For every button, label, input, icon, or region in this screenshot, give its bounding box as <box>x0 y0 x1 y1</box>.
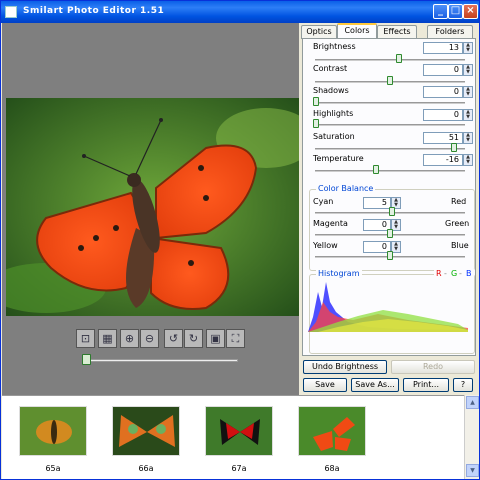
red-label: Red <box>451 197 467 206</box>
blue-label: Blue <box>451 241 469 250</box>
redo-button[interactable]: Redo <box>391 360 475 374</box>
thumbnail-strip: 65a 66a 67a 68a <box>2 395 464 479</box>
thumbnail-67a[interactable] <box>205 406 273 456</box>
actual-size-icon[interactable]: ▦ <box>98 329 117 348</box>
highlights-label: Highlights <box>313 109 354 118</box>
saturation-label: Saturation <box>313 132 355 141</box>
thumbnail-65a-image <box>20 407 86 455</box>
thumbnail-66a[interactable] <box>112 406 180 456</box>
rotate-left-icon[interactable]: ↺ <box>164 329 183 348</box>
brightness-input[interactable]: 13 <box>423 42 463 54</box>
title-bar[interactable]: Smilart Photo Editor 1.51 _ □ × <box>1 1 479 23</box>
contrast-input[interactable]: 0 <box>423 64 463 76</box>
tab-optics[interactable]: Optics <box>301 25 337 39</box>
histogram-plot <box>308 272 468 332</box>
thumbnail-65a[interactable] <box>19 406 87 456</box>
rotate-right-icon[interactable]: ↻ <box>184 329 203 348</box>
image-toolbar: ⊡ ▦ ⊕ ⊖ ↺ ↻ ▣ ⛶ <box>76 329 246 351</box>
thumbnail-caption-67a: 67a <box>231 464 247 473</box>
thumbnail-caption-66a: 66a <box>138 464 154 473</box>
saturation-input[interactable]: 51 <box>423 132 463 144</box>
shadows-input[interactable]: 0 <box>423 86 463 98</box>
photo-preview[interactable] <box>6 98 299 316</box>
saturation-thumb[interactable] <box>451 143 457 152</box>
yellow-blue-thumb[interactable] <box>387 251 393 260</box>
zoom-slider-track[interactable] <box>88 359 238 362</box>
thumbnail-67a-image <box>206 407 272 455</box>
cyan-label: Cyan <box>313 197 334 206</box>
shadows-track[interactable] <box>315 102 465 104</box>
scroll-up-icon[interactable]: ▲ <box>466 396 479 409</box>
thumbnail-caption-65a: 65a <box>45 464 61 473</box>
brightness-thumb[interactable] <box>396 54 402 63</box>
brightness-spin-arrows[interactable]: ▲ ▼ <box>463 42 473 54</box>
brightness-track[interactable] <box>315 59 465 61</box>
temperature-thumb[interactable] <box>373 165 379 174</box>
highlights-input[interactable]: 0 <box>423 109 463 121</box>
print-button[interactable]: Print... <box>403 378 449 392</box>
contrast-spin-arrows[interactable]: ▲ ▼ <box>463 64 473 76</box>
thumbnail-66a-image <box>113 407 179 455</box>
thumbnail-68a[interactable] <box>298 406 366 456</box>
close-button[interactable]: × <box>463 4 478 19</box>
tab-effects[interactable]: Effects <box>377 25 417 39</box>
save-button[interactable]: Save <box>303 378 347 392</box>
thumbnail-scrollbar[interactable]: ▲ ▼ <box>464 395 479 479</box>
thumbnail-caption-68a: 68a <box>324 464 340 473</box>
zoom-slider-thumb[interactable] <box>82 354 91 365</box>
tab-colors[interactable]: Colors <box>337 23 377 39</box>
cyan-red-thumb[interactable] <box>389 207 395 216</box>
fit-to-window-icon[interactable]: ⊡ <box>76 329 95 348</box>
scroll-down-icon[interactable]: ▼ <box>466 464 479 477</box>
undo-button[interactable]: Undo Brightness <box>303 360 387 374</box>
minimize-button[interactable]: _ <box>433 4 448 19</box>
temperature-track[interactable] <box>315 170 465 172</box>
cyan-red-input[interactable]: 5 <box>363 197 391 209</box>
thumbnail-68a-image <box>299 407 365 455</box>
crop-icon[interactable]: ▣ <box>206 329 225 348</box>
temperature-label: Temperature <box>313 154 364 163</box>
preview-pane: ⊡ ▦ ⊕ ⊖ ↺ ↻ ▣ ⛶ <box>2 23 299 395</box>
zoom-out-icon[interactable]: ⊖ <box>140 329 159 348</box>
histogram-graph <box>308 282 468 332</box>
zoom-in-icon[interactable]: ⊕ <box>120 329 139 348</box>
green-label: Green <box>445 219 470 228</box>
magenta-label: Magenta <box>313 219 348 228</box>
color-balance-title: Color Balance <box>316 184 376 193</box>
save-as-button[interactable]: Save As... <box>351 378 399 392</box>
settings-pane: Optics Colors Effects Folders Brightness… <box>299 23 479 395</box>
brightness-label: Brightness <box>313 42 356 51</box>
contrast-thumb[interactable] <box>387 76 393 85</box>
app-window: Smilart Photo Editor 1.51 _ □ × ⊡ ▦ ⊕ ⊖ … <box>0 0 480 480</box>
saturation-spin-arrows[interactable]: ▲ ▼ <box>463 132 473 144</box>
magenta-green-thumb[interactable] <box>387 229 393 238</box>
tab-folders[interactable]: Folders <box>427 25 473 39</box>
saturation-track[interactable] <box>315 148 465 150</box>
maximize-button[interactable]: □ <box>448 4 463 19</box>
contrast-label: Contrast <box>313 64 348 73</box>
window-title: Smilart Photo Editor 1.51 <box>23 6 165 16</box>
temperature-spin-arrows[interactable]: ▲ ▼ <box>463 154 473 166</box>
app-icon <box>5 6 17 18</box>
temperature-input[interactable]: -16 <box>423 154 463 166</box>
highlights-spin-arrows[interactable]: ▲ ▼ <box>463 109 473 121</box>
shadows-thumb[interactable] <box>313 97 319 106</box>
shadows-spin-arrows[interactable]: ▲ ▼ <box>463 86 473 98</box>
fullscreen-icon[interactable]: ⛶ <box>226 329 245 348</box>
highlights-thumb[interactable] <box>313 119 319 128</box>
yellow-label: Yellow <box>313 241 338 250</box>
shadows-label: Shadows <box>313 86 349 95</box>
butterfly-image <box>6 98 299 316</box>
highlights-track[interactable] <box>315 124 465 126</box>
help-button[interactable]: ? <box>453 378 473 392</box>
